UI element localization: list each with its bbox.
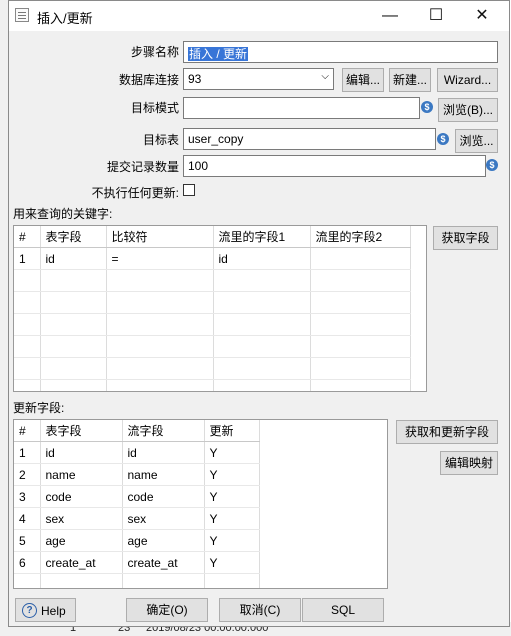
column-header[interactable]: 表字段 — [40, 226, 107, 248]
table-cell[interactable]: Y — [204, 551, 260, 574]
column-header[interactable]: 流字段 — [122, 420, 205, 442]
row-number: 3 — [14, 485, 41, 508]
connection-label: 数据库连接 — [118, 73, 179, 87]
edit-connection-button[interactable]: 编辑... — [342, 68, 384, 92]
table-row[interactable]: 3 code code Y — [14, 485, 260, 508]
table-cell[interactable]: Y — [204, 441, 260, 464]
empty-row — [14, 313, 411, 336]
table-cell[interactable]: Y — [204, 507, 260, 530]
table-row[interactable]: 5 age age Y — [14, 529, 260, 552]
table-cell[interactable]: sex — [122, 507, 205, 530]
target-table-label: 目标表 — [142, 133, 179, 147]
table-cell[interactable]: id — [122, 441, 205, 464]
get-fields-button[interactable]: 获取字段 — [433, 226, 498, 250]
column-header[interactable]: # — [14, 420, 41, 442]
table-cell[interactable]: id — [40, 247, 107, 270]
table-cell[interactable]: Y — [204, 485, 260, 508]
variable-icon: $ — [421, 101, 433, 113]
keys-section-label: 用来查询的关键字: — [13, 207, 113, 221]
keys-table-header: # 表字段 比较符 流里的字段1 流里的字段2 — [14, 226, 411, 248]
connection-select[interactable]: 93 ⌵ — [183, 68, 334, 90]
empty-row — [14, 291, 411, 314]
table-cell[interactable]: code — [40, 485, 123, 508]
empty-row — [14, 357, 411, 380]
variable-icon: $ — [486, 159, 498, 171]
target-schema-input[interactable] — [183, 97, 420, 119]
update-section-label: 更新字段: — [13, 401, 65, 415]
table-cell[interactable]: create_at — [40, 551, 123, 574]
title-bar: 插入/更新 — ☐ ✕ — [9, 1, 509, 31]
keys-table[interactable]: # 表字段 比较符 流里的字段1 流里的字段2 1 id = id — [13, 225, 427, 392]
help-icon: ? — [22, 603, 37, 619]
maximize-button[interactable]: ☐ — [413, 1, 459, 31]
commit-size-input[interactable]: 100 — [183, 155, 486, 177]
row-number: 1 — [14, 441, 41, 464]
target-schema-label: 目标模式 — [130, 101, 179, 115]
table-cell[interactable]: code — [122, 485, 205, 508]
table-cell[interactable]: name — [122, 463, 205, 486]
row-number: 2 — [14, 463, 41, 486]
minimize-button[interactable]: — — [367, 1, 413, 31]
edit-mapping-button[interactable]: 编辑映射 — [440, 451, 498, 475]
variable-icon: $ — [437, 133, 449, 145]
table-cell[interactable] — [310, 247, 411, 270]
chevron-down-icon: ⌵ — [321, 71, 329, 82]
close-button[interactable]: ✕ — [459, 1, 505, 31]
ok-button[interactable]: 确定(O) — [126, 598, 208, 622]
table-cell[interactable]: Y — [204, 463, 260, 486]
target-table-input[interactable]: user_copy — [183, 128, 436, 150]
help-button[interactable]: ? Help — [15, 598, 76, 622]
browse-schema-button[interactable]: 浏览(B)... — [438, 98, 498, 122]
empty-row — [14, 573, 260, 588]
browse-table-button[interactable]: 浏览... — [455, 129, 498, 153]
table-row[interactable]: 2 name name Y — [14, 463, 260, 486]
new-connection-button[interactable]: 新建... — [389, 68, 431, 92]
commit-size-label: 提交记录数量 — [106, 160, 179, 174]
table-cell[interactable]: id — [213, 247, 311, 270]
table-row[interactable]: 1 id id Y — [14, 441, 260, 464]
step-name-label: 步骤名称 — [130, 45, 179, 59]
row-number: 1 — [14, 247, 41, 270]
empty-row — [14, 379, 411, 391]
table-cell[interactable]: id — [40, 441, 123, 464]
wizard-button[interactable]: Wizard... — [437, 68, 498, 92]
window-title: 插入/更新 — [37, 11, 93, 26]
sql-button[interactable]: SQL — [302, 598, 384, 622]
cancel-button[interactable]: 取消(C) — [219, 598, 301, 622]
column-header[interactable]: 比较符 — [106, 226, 214, 248]
connection-value: 93 — [188, 72, 202, 86]
table-row[interactable]: 6 create_at create_at Y — [14, 551, 260, 574]
table-cell[interactable]: create_at — [122, 551, 205, 574]
empty-row — [14, 335, 411, 358]
update-table-header: # 表字段 流字段 更新 — [14, 420, 260, 442]
table-cell[interactable]: age — [122, 529, 205, 552]
row-number: 4 — [14, 507, 41, 530]
no-update-label: 不执行任何更新: — [91, 186, 179, 200]
table-cell[interactable]: Y — [204, 529, 260, 552]
empty-row — [14, 269, 411, 292]
row-number: 5 — [14, 529, 41, 552]
table-cell[interactable]: = — [106, 247, 214, 270]
step-name-value: 插入 / 更新 — [188, 47, 249, 61]
column-header[interactable]: 表字段 — [40, 420, 123, 442]
insert-update-dialog: 插入/更新 — ☐ ✕ 步骤名称 插入 / 更新 数据库连接 93 ⌵ 编辑..… — [8, 0, 510, 627]
column-header[interactable]: 流里的字段1 — [213, 226, 311, 248]
dialog-icon — [15, 8, 29, 22]
column-header[interactable]: 更新 — [204, 420, 260, 442]
table-row[interactable]: 1 id = id — [14, 247, 411, 270]
update-fields-table[interactable]: # 表字段 流字段 更新 1 id id Y 2 name name Y 3 c… — [13, 419, 388, 589]
row-number: 6 — [14, 551, 41, 574]
table-cell[interactable]: name — [40, 463, 123, 486]
get-update-fields-button[interactable]: 获取和更新字段 — [396, 420, 498, 444]
table-cell[interactable]: age — [40, 529, 123, 552]
step-name-input[interactable]: 插入 / 更新 — [183, 41, 498, 63]
no-update-checkbox[interactable] — [183, 184, 195, 196]
help-button-label: Help — [41, 603, 66, 618]
column-header[interactable]: # — [14, 226, 41, 248]
column-header[interactable]: 流里的字段2 — [310, 226, 411, 248]
table-cell[interactable]: sex — [40, 507, 123, 530]
table-row[interactable]: 4 sex sex Y — [14, 507, 260, 530]
